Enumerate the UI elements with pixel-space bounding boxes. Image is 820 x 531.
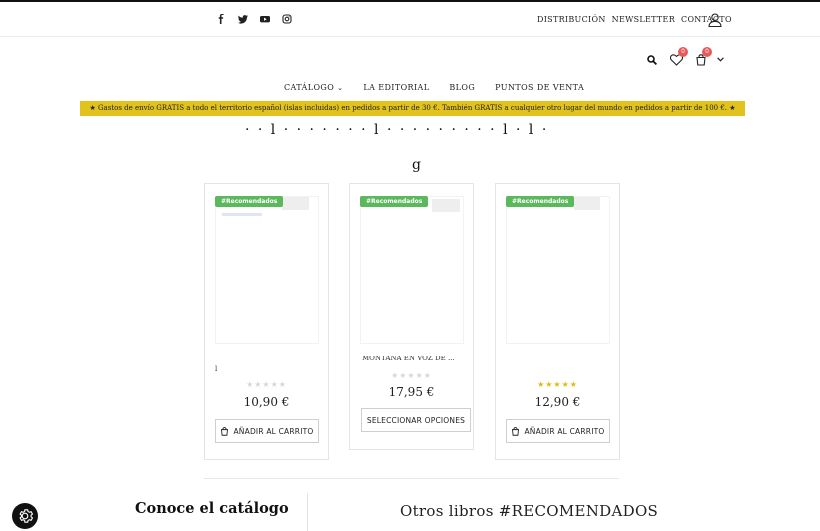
nav-puntos-de-venta[interactable]: PUNTOS DE VENTA bbox=[495, 83, 584, 92]
nav-catalogo[interactable]: CATÁLOGO ⌄ bbox=[284, 83, 343, 92]
top-links: DISTRIBUCIÓN NEWSLETTER CONTACTO bbox=[537, 15, 732, 24]
recommended-tag: #Recomendados bbox=[506, 196, 575, 207]
rating-stars: ★★★★★ bbox=[537, 380, 578, 389]
cart-icon bbox=[512, 426, 520, 436]
product-price: 10,90 € bbox=[243, 395, 290, 409]
link-distribucion[interactable]: DISTRIBUCIÓN bbox=[537, 15, 606, 24]
youtube-icon[interactable] bbox=[260, 14, 270, 24]
cart-badge: 0 bbox=[702, 47, 712, 57]
top-bar: DISTRIBUCIÓN NEWSLETTER CONTACTO bbox=[0, 2, 820, 37]
instagram-icon[interactable] bbox=[282, 14, 292, 24]
add-to-cart-button[interactable]: AÑADIR AL CARRITO bbox=[215, 419, 319, 443]
link-newsletter[interactable]: NEWSLETTER bbox=[612, 15, 675, 24]
add-to-cart-button[interactable]: AÑADIR AL CARRITO bbox=[506, 419, 610, 443]
recommended-tag: #Recomendados bbox=[360, 196, 429, 207]
product-image[interactable] bbox=[506, 196, 610, 344]
section-title-clipped-2: g bbox=[412, 157, 421, 173]
rating-stars: ★★★★★ bbox=[391, 371, 432, 380]
link-contacto[interactable]: CONTACTO bbox=[681, 15, 732, 24]
gear-icon bbox=[19, 509, 33, 523]
section-divider bbox=[204, 478, 619, 479]
recommended-heading: Otros libros #RECOMENDADOS bbox=[400, 502, 659, 520]
shipping-banner: ★ Gastos de envío GRATIS a todo el terri… bbox=[80, 101, 745, 116]
catalog-heading: Conoce el catálogo bbox=[135, 500, 289, 517]
product-card[interactable]: #Recomendados MONTAÑA EN VOZ DE ... ★★★★… bbox=[349, 183, 474, 450]
nav-la-editorial[interactable]: LA EDITORIAL bbox=[363, 83, 429, 92]
recommended-tag: #Recomendados bbox=[215, 196, 284, 207]
select-options-button[interactable]: SELECCIONAR OPCIONES bbox=[361, 408, 471, 432]
user-icon[interactable] bbox=[708, 13, 722, 27]
product-title[interactable]: MONTAÑA EN VOZ DE ... bbox=[362, 356, 464, 364]
product-image[interactable] bbox=[360, 196, 464, 344]
nav-catalogo-label: CATÁLOGO bbox=[284, 83, 335, 92]
rating-stars: ★★★★★ bbox=[246, 380, 287, 389]
cart-icon bbox=[221, 426, 229, 436]
facebook-icon[interactable] bbox=[216, 14, 225, 24]
wishlist-badge: 0 bbox=[678, 47, 688, 57]
search-icon[interactable] bbox=[647, 55, 657, 65]
product-title[interactable]: l bbox=[215, 365, 217, 373]
add-to-cart-label: AÑADIR AL CARRITO bbox=[233, 426, 314, 436]
vertical-divider bbox=[307, 493, 308, 531]
header-actions: 0 0 bbox=[0, 47, 820, 70]
chevron-down-icon: ⌄ bbox=[337, 84, 344, 92]
chevron-down-icon[interactable] bbox=[717, 57, 724, 62]
twitter-icon[interactable] bbox=[238, 14, 248, 24]
social-links bbox=[216, 14, 292, 24]
add-to-cart-label: AÑADIR AL CARRITO bbox=[524, 426, 605, 436]
cookie-settings-button[interactable] bbox=[12, 503, 38, 529]
product-card[interactable]: #Recomendados l ★★★★★ 10,90 € AÑADIR AL … bbox=[204, 183, 329, 460]
nav-blog[interactable]: BLOG bbox=[449, 83, 475, 92]
product-price: 17,95 € bbox=[388, 385, 435, 399]
product-image[interactable] bbox=[215, 196, 319, 344]
product-price: 12,90 € bbox=[534, 395, 581, 409]
product-card[interactable]: #Recomendados ★★★★★ 12,90 € AÑADIR AL CA… bbox=[495, 183, 620, 460]
section-title-clipped: · · l · · · · · · · l · · · · · · · · · … bbox=[245, 122, 549, 138]
